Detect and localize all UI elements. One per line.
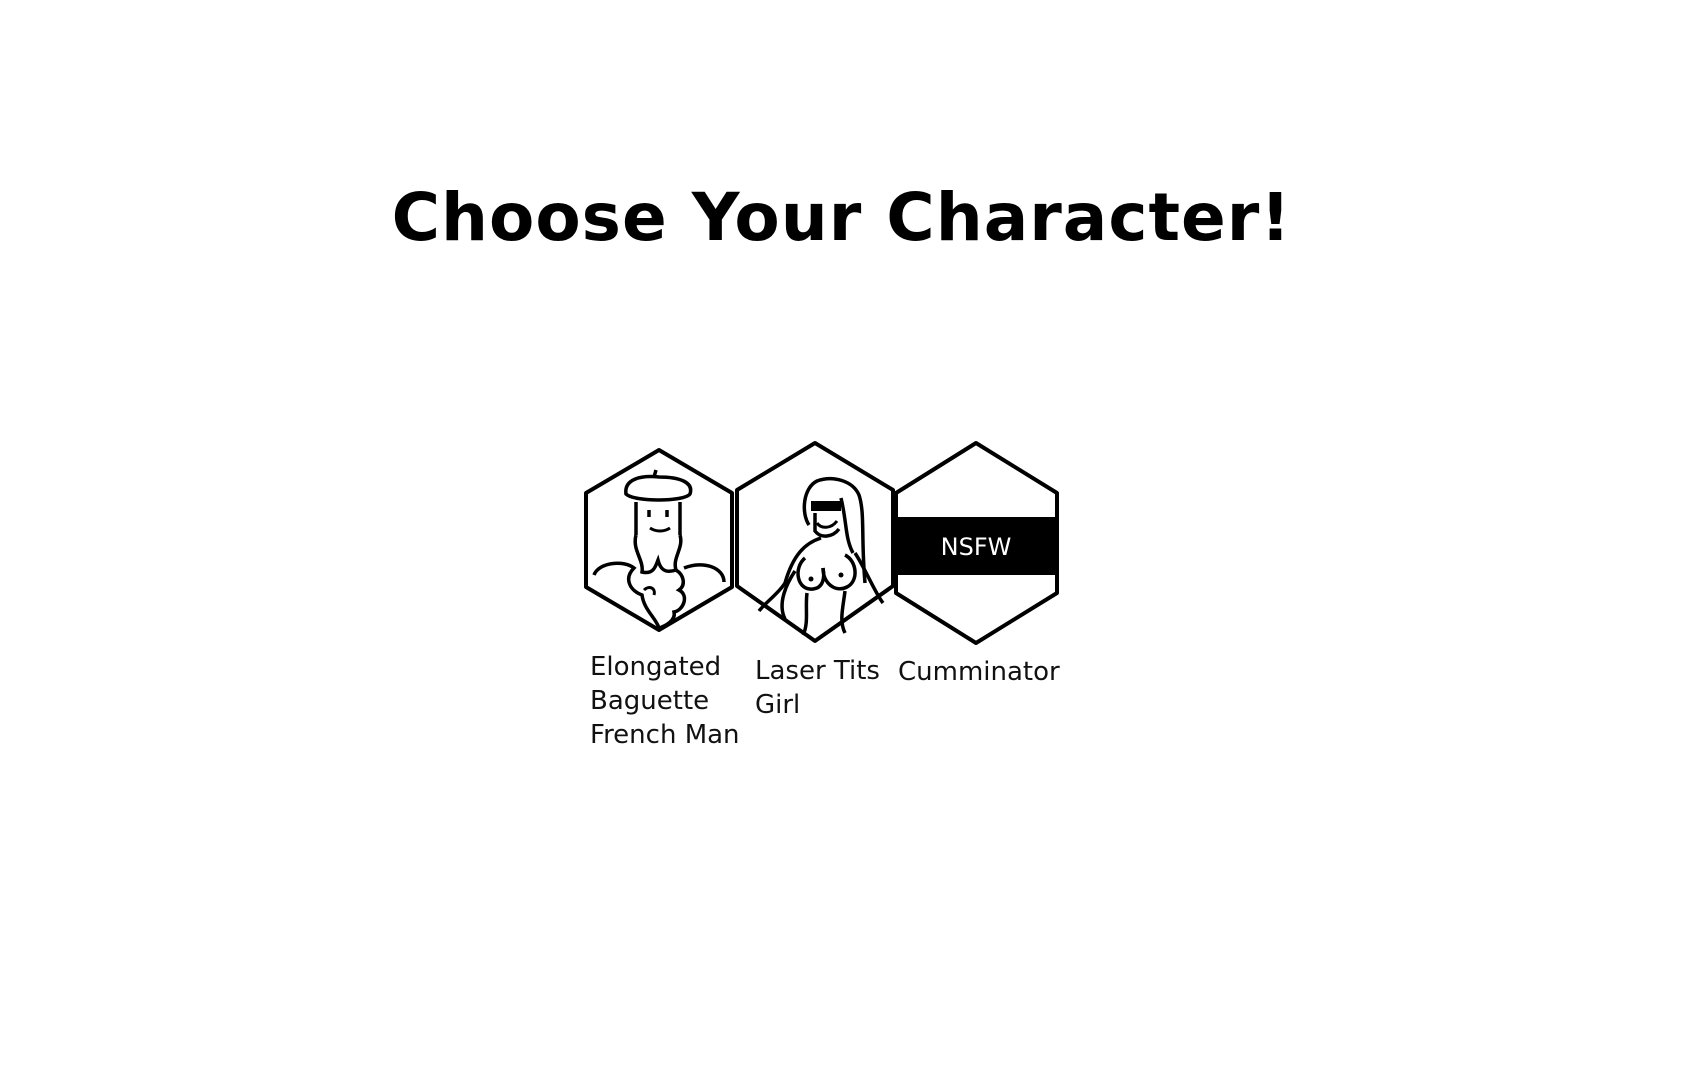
girl-portrait-icon xyxy=(735,441,895,643)
censored-portrait-icon: NSFW xyxy=(894,441,1059,645)
character-option-baguette-man[interactable] xyxy=(584,448,734,640)
character-option-cumminator[interactable]: NSFW xyxy=(894,441,1059,646)
character-label-baguette-man: Elongated Baguette French Man xyxy=(590,652,740,750)
bearded-man-beret-portrait-icon xyxy=(584,448,734,632)
character-label-laser-girl: Laser Tits Girl xyxy=(755,656,880,720)
nsfw-label: NSFW xyxy=(941,533,1012,561)
character-label-cumminator: Cumminator xyxy=(898,657,1060,687)
page-title: Choose Your Character! xyxy=(391,179,1292,256)
character-option-laser-girl[interactable] xyxy=(735,441,895,643)
character-select-screen: Choose Your Character! Elongated Baguett… xyxy=(0,0,1683,1076)
